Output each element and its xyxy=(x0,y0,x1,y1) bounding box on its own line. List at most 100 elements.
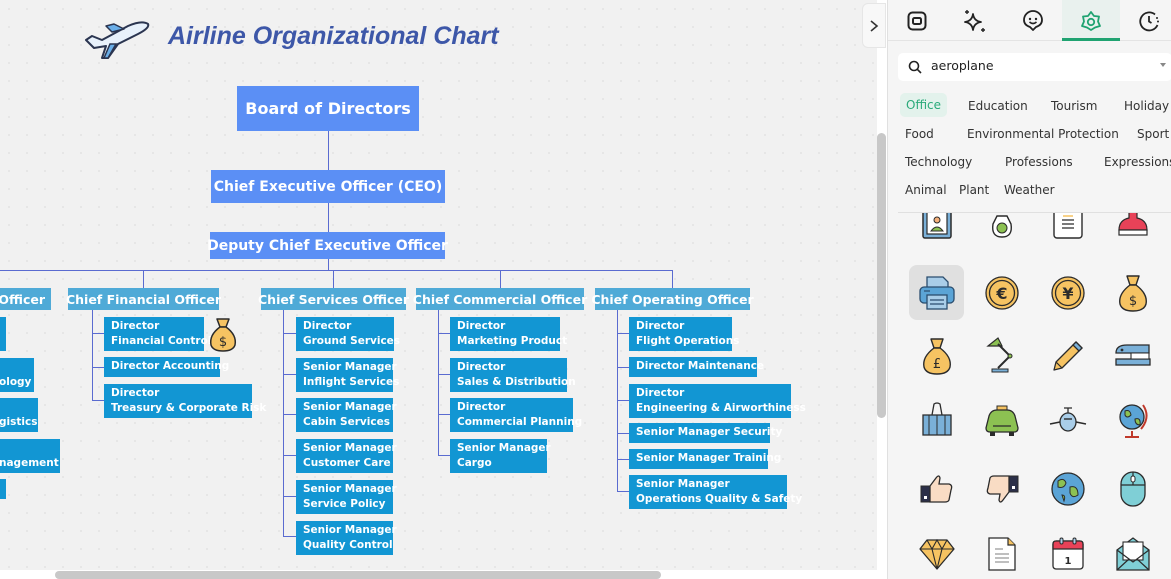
category-technology[interactable]: Technology xyxy=(905,155,972,169)
connector xyxy=(438,455,450,456)
node-partial-item[interactable] xyxy=(0,317,6,351)
icon-item[interactable] xyxy=(1040,393,1095,448)
icon-item[interactable] xyxy=(1105,213,1160,251)
tab-icons[interactable] xyxy=(1062,0,1120,41)
node-chief-commercial-officer[interactable]: Chief Commercial Officer xyxy=(413,288,587,310)
airplane-icon xyxy=(1049,406,1086,432)
icon-item[interactable]: 1 xyxy=(1040,526,1095,579)
node-chief-services-officer[interactable]: Chief Services Officer xyxy=(258,288,409,310)
category-sport[interactable]: Sport xyxy=(1137,127,1169,141)
node-sm-inflight-services[interactable]: Senior Manager Inflight Services xyxy=(296,358,399,392)
node-director-commercial-planning[interactable]: Director Commercial Planning xyxy=(450,398,582,432)
icon-item[interactable]: ¥ xyxy=(1040,265,1095,320)
icon-item[interactable] xyxy=(974,526,1029,579)
node-director-financial-control[interactable]: Director Financial Control xyxy=(104,317,211,351)
icon-item[interactable] xyxy=(1040,213,1095,251)
node-line: Senior Manager xyxy=(303,524,397,536)
icon-item[interactable] xyxy=(974,328,1029,383)
node-director-engineering[interactable]: Director Engineering & Airworthiness xyxy=(629,384,806,418)
node-director-accounting[interactable]: Director Accounting xyxy=(104,357,229,377)
connector xyxy=(617,491,629,492)
tab-shapes[interactable] xyxy=(888,0,946,41)
node-sm-quality-control[interactable]: Senior Manager Quality Control xyxy=(296,521,397,555)
node-partial-chief[interactable]: Officer xyxy=(0,288,51,310)
node-director-ground-services[interactable]: Director Ground Services xyxy=(296,317,400,351)
chart-title[interactable]: Airline Organizational Chart xyxy=(168,22,499,51)
node-chief-operating-officer[interactable]: Chief Operating Officer xyxy=(591,288,754,310)
node-sm-cabin-services[interactable]: Senior Manager Cabin Services xyxy=(296,398,397,432)
icon-item[interactable]: £ xyxy=(909,328,964,383)
connector xyxy=(333,270,334,288)
icon-item[interactable] xyxy=(1105,461,1160,516)
tab-ai[interactable] xyxy=(946,0,1004,41)
paper-file-icon xyxy=(987,536,1016,571)
node-sm-customer-care[interactable]: Senior Manager Customer Care xyxy=(296,439,397,473)
icon-item-selected[interactable] xyxy=(909,265,964,320)
category-weather[interactable]: Weather xyxy=(1004,183,1055,197)
icon-item[interactable]: $ xyxy=(1105,265,1160,320)
node-board-of-directors[interactable]: Board of Directors xyxy=(237,86,419,131)
node-line: Cargo xyxy=(457,457,492,469)
category-environmental-protection[interactable]: Environmental Protection xyxy=(967,127,1119,141)
node-chief-financial-officer[interactable]: Chief Financial Officer xyxy=(66,288,221,310)
category-tourism[interactable]: Tourism xyxy=(1051,99,1097,113)
ink-bottle-icon xyxy=(991,214,1012,238)
icon-item[interactable] xyxy=(909,393,964,448)
tab-stickers[interactable] xyxy=(1004,0,1062,41)
category-holiday[interactable]: Holiday xyxy=(1124,99,1169,113)
category-expressions[interactable]: Expressions xyxy=(1104,155,1171,169)
category-food[interactable]: Food xyxy=(905,127,934,141)
connector xyxy=(672,270,673,288)
node-line: Sales & Distribution xyxy=(457,376,576,388)
category-professions[interactable]: Professions xyxy=(1005,155,1073,169)
tab-history[interactable] xyxy=(1120,0,1171,41)
chevron-down-icon[interactable] xyxy=(1160,63,1166,67)
icon-item[interactable] xyxy=(974,461,1029,516)
icon-item[interactable] xyxy=(1040,461,1095,516)
horizontal-scrollbar-thumb[interactable] xyxy=(55,571,661,579)
node-director-treasury[interactable]: Director Treasury & Corporate Risk xyxy=(104,384,266,418)
icon-item[interactable] xyxy=(1105,393,1160,448)
category-education[interactable]: Education xyxy=(968,99,1028,113)
icon-grid: € ¥ $ £ 1 xyxy=(888,213,1171,579)
node-sm-operations-quality-safety[interactable]: Senior Manager Operations Quality & Safet… xyxy=(629,475,803,509)
node-director-marketing-product[interactable]: Director Marketing Product xyxy=(450,317,567,351)
node-partial-item[interactable] xyxy=(0,479,6,499)
connector xyxy=(328,131,329,171)
node-deputy-ceo[interactable]: Deputy Chief Executive Officer xyxy=(207,232,448,259)
category-animal[interactable]: Animal xyxy=(905,183,947,197)
category-plant[interactable]: Plant xyxy=(959,183,989,197)
node-line: Director xyxy=(457,401,506,413)
icon-item[interactable] xyxy=(909,213,964,251)
category-office[interactable]: Office xyxy=(900,93,948,117)
node-sm-training[interactable]: Senior Manager Training xyxy=(629,449,781,469)
node-sm-cargo[interactable]: Senior Manager Cargo xyxy=(450,439,551,473)
node-partial-item[interactable]: ology xyxy=(0,358,34,392)
node-director-sales-distribution[interactable]: Director Sales & Distribution xyxy=(450,358,576,392)
node-sm-service-policy[interactable]: Senior Manager Service Policy xyxy=(296,480,397,514)
icon-item[interactable] xyxy=(909,526,964,579)
node-line: Operations Quality & Safety xyxy=(636,493,803,505)
search-input[interactable] xyxy=(931,58,1151,73)
icon-item[interactable] xyxy=(1105,328,1160,383)
node-director-flight-operations[interactable]: Director Flight Operations xyxy=(629,317,739,351)
svg-text:1: 1 xyxy=(1064,556,1071,567)
icon-item[interactable] xyxy=(974,393,1029,448)
icon-item[interactable] xyxy=(909,461,964,516)
connector xyxy=(438,414,450,415)
node-sm-security[interactable]: Senior Manager Security xyxy=(629,423,782,443)
icon-item[interactable] xyxy=(1040,328,1095,383)
vertical-scrollbar-thumb[interactable] xyxy=(877,133,886,418)
icon-item[interactable] xyxy=(974,213,1029,251)
node-line: Senior Manager xyxy=(303,483,397,495)
node-ceo[interactable]: Chief Executive Officer (CEO) xyxy=(211,170,445,203)
collapse-panel-button[interactable] xyxy=(862,3,886,48)
money-bag-dollar-icon[interactable]: $ xyxy=(207,315,239,353)
node-partial-item[interactable]: gistics xyxy=(0,398,38,432)
node-partial-item[interactable]: nagement xyxy=(0,439,60,473)
icon-item[interactable]: € xyxy=(974,265,1029,320)
icon-item[interactable] xyxy=(1105,526,1160,579)
node-director-maintenance[interactable]: Director Maintenance xyxy=(629,357,764,377)
diagram-canvas[interactable]: Airline Organizational Chart Board of Di… xyxy=(0,0,877,570)
icon-search-box[interactable] xyxy=(898,53,1171,81)
